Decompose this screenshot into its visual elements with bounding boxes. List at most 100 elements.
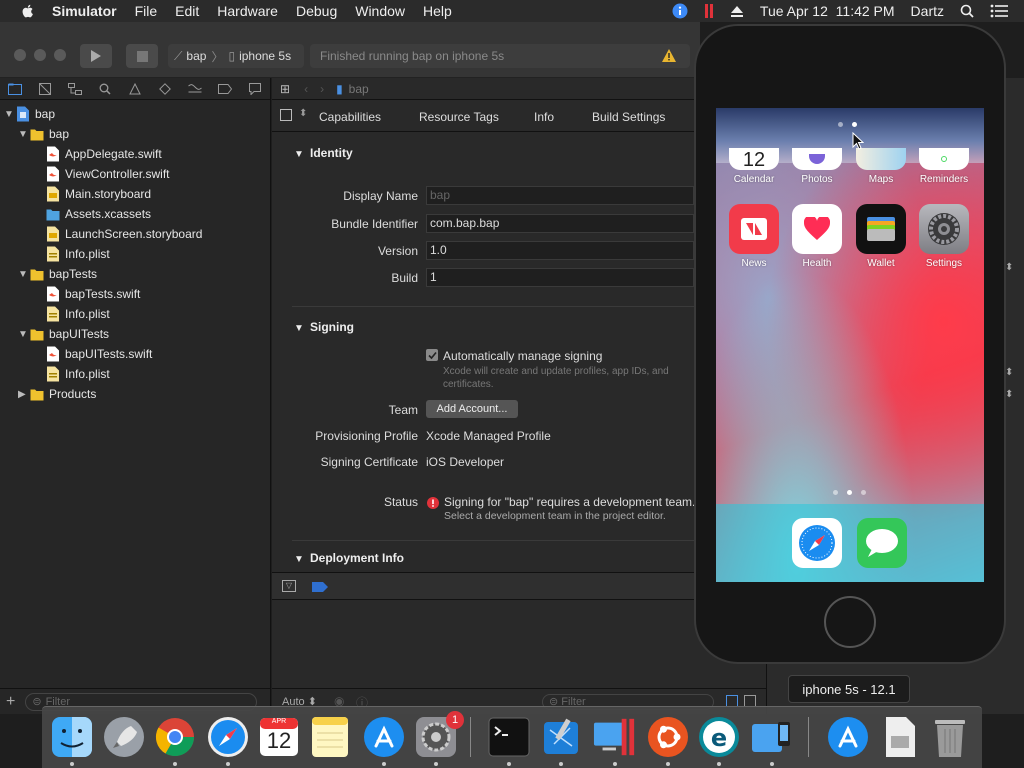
forward-arrow-icon[interactable]: › [320, 82, 324, 96]
recording-status-icon[interactable] [704, 3, 714, 19]
build-field[interactable]: 1 [426, 268, 694, 287]
tab-capabilities[interactable]: Capabilities [319, 110, 381, 124]
dock-ubuntu[interactable] [646, 715, 690, 759]
breakpoints-toggle-icon[interactable] [312, 582, 328, 592]
disclosure-open-icon[interactable]: ▼ [18, 129, 30, 140]
menu-window[interactable]: Window [355, 3, 405, 19]
info-status-icon[interactable] [672, 3, 688, 19]
section-signing[interactable]: ▼ Signing [294, 320, 354, 334]
version-field[interactable]: 1.0 [426, 241, 694, 260]
tab-build-settings[interactable]: Build Settings [592, 110, 665, 124]
report-navigator-icon[interactable] [240, 82, 270, 95]
tree-file-launchscreen[interactable]: LaunchScreen.storyboard [46, 224, 202, 244]
tree-file-viewcontroller[interactable]: ViewController.swift [46, 164, 169, 184]
section-identity[interactable]: ▼ Identity [294, 146, 353, 160]
menu-app-name[interactable]: Simulator [52, 3, 117, 19]
dock-notes[interactable] [308, 715, 352, 759]
app-reminders[interactable]: Reminders [914, 148, 974, 185]
add-file-icon[interactable]: + [6, 693, 15, 711]
dock-finder[interactable] [50, 715, 94, 759]
window-minimize-button[interactable] [34, 49, 46, 61]
tree-file-appdelegate[interactable]: AppDelegate.swift [46, 144, 162, 164]
dock-documents-stack[interactable] [878, 715, 922, 759]
dock-app-store-downloads[interactable] [826, 715, 870, 759]
dock-app-messages[interactable] [857, 518, 907, 568]
tree-file-info-plist[interactable]: Info.plist [46, 244, 110, 264]
tab-info[interactable]: Info [534, 110, 554, 124]
related-items-icon[interactable]: ⊞ [280, 82, 290, 96]
disclosure-open-icon[interactable]: ▼ [294, 554, 310, 565]
app-photos[interactable]: Photos [787, 148, 847, 185]
menu-clock[interactable]: Tue Apr 12 11:42 PM [760, 3, 895, 19]
add-account-button[interactable]: Add Account... [426, 400, 518, 418]
disclosure-open-icon[interactable]: ▼ [294, 149, 310, 160]
disclosure-closed-icon[interactable]: ▶ [18, 389, 30, 400]
display-name-field[interactable]: bap [426, 186, 694, 205]
symbol-navigator-icon[interactable] [60, 82, 90, 95]
menu-hardware[interactable]: Hardware [217, 3, 278, 19]
tree-file-baptests-plist[interactable]: Info.plist [46, 304, 110, 324]
auto-signing-checkbox[interactable] [426, 349, 438, 361]
bundle-identifier-field[interactable]: com.bap.bap [426, 214, 694, 233]
jump-bar-breadcrumb[interactable]: bap [349, 82, 369, 96]
debug-navigator-icon[interactable] [180, 83, 210, 95]
notification-center-icon[interactable] [990, 4, 1008, 18]
menu-file[interactable]: File [135, 3, 158, 19]
app-settings[interactable]: Settings [914, 204, 974, 269]
menu-user[interactable]: Dartz [911, 3, 944, 19]
stepper-icon[interactable]: ⬍ [1005, 262, 1013, 273]
tree-project-root[interactable]: ▼ bap [4, 104, 55, 124]
dock-safari[interactable] [206, 715, 250, 759]
test-navigator-icon[interactable] [150, 82, 180, 95]
app-wallet[interactable]: Wallet [851, 204, 911, 269]
tree-group-products[interactable]: ▶ Products [18, 384, 96, 404]
menu-debug[interactable]: Debug [296, 3, 337, 19]
disclosure-open-icon[interactable]: ▼ [18, 329, 30, 340]
tab-resource-tags[interactable]: Resource Tags [419, 110, 499, 124]
issue-navigator-icon[interactable] [120, 82, 150, 95]
breakpoint-navigator-icon[interactable] [210, 83, 240, 94]
app-health[interactable]: Health [787, 204, 847, 269]
tree-file-assets[interactable]: Assets.xcassets [46, 204, 151, 224]
disclosure-open-icon[interactable]: ▼ [294, 323, 310, 334]
window-close-button[interactable] [14, 49, 26, 61]
disclosure-open-icon[interactable]: ▼ [4, 109, 16, 120]
dock-system-preferences[interactable]: 1 [414, 711, 464, 759]
scheme-selector[interactable]: ⟋ bap 〉 ▯ iphone 5s [168, 44, 304, 68]
dock-terminal[interactable] [487, 715, 531, 759]
dock-app-safari[interactable] [792, 518, 842, 568]
hide-debug-area-icon[interactable]: ▽ [282, 580, 296, 592]
auto-signing-label[interactable]: Automatically manage signing [443, 349, 602, 363]
tree-group-baptests[interactable]: ▼ bapTests [18, 264, 97, 284]
dock-simulator[interactable] [750, 715, 794, 759]
tree-file-baptests-swift[interactable]: bapTests.swift [46, 284, 140, 304]
run-button[interactable] [80, 44, 112, 68]
app-calendar[interactable]: 12 Calendar [724, 148, 784, 185]
tree-file-bapuitests-plist[interactable]: Info.plist [46, 364, 110, 384]
tree-file-main-storyboard[interactable]: Main.storyboard [46, 184, 151, 204]
stepper-icon[interactable]: ⬍ [1005, 367, 1013, 378]
back-arrow-icon[interactable]: ‹ [304, 82, 308, 96]
dock-launchpad[interactable] [102, 715, 146, 759]
disclosure-open-icon[interactable]: ▼ [18, 269, 30, 280]
stop-button[interactable] [126, 44, 158, 68]
dock-screen-recorder[interactable] [593, 715, 637, 759]
sidebar-toggle-icon[interactable] [280, 109, 292, 121]
warning-icon[interactable] [662, 49, 676, 62]
dock-xcode[interactable] [539, 715, 583, 759]
tree-file-bapuitests-swift[interactable]: bapUITests.swift [46, 344, 152, 364]
source-control-icon[interactable] [30, 82, 60, 95]
folder-navigator-icon[interactable] [0, 83, 30, 95]
app-news[interactable]: News [724, 204, 784, 269]
dock-calendar[interactable]: APR 12 [257, 715, 301, 759]
find-navigator-icon[interactable] [90, 83, 120, 95]
menu-help[interactable]: Help [423, 3, 452, 19]
target-selector-icon[interactable]: ⬍ [299, 108, 307, 119]
dock-chrome[interactable] [153, 715, 197, 759]
tree-group-bap[interactable]: ▼ bap [18, 124, 69, 144]
dock-app-store[interactable] [362, 715, 406, 759]
eject-icon[interactable] [730, 4, 744, 18]
home-button[interactable] [824, 596, 876, 648]
spotlight-search-icon[interactable] [960, 4, 974, 18]
apple-menu-icon[interactable] [18, 3, 38, 19]
